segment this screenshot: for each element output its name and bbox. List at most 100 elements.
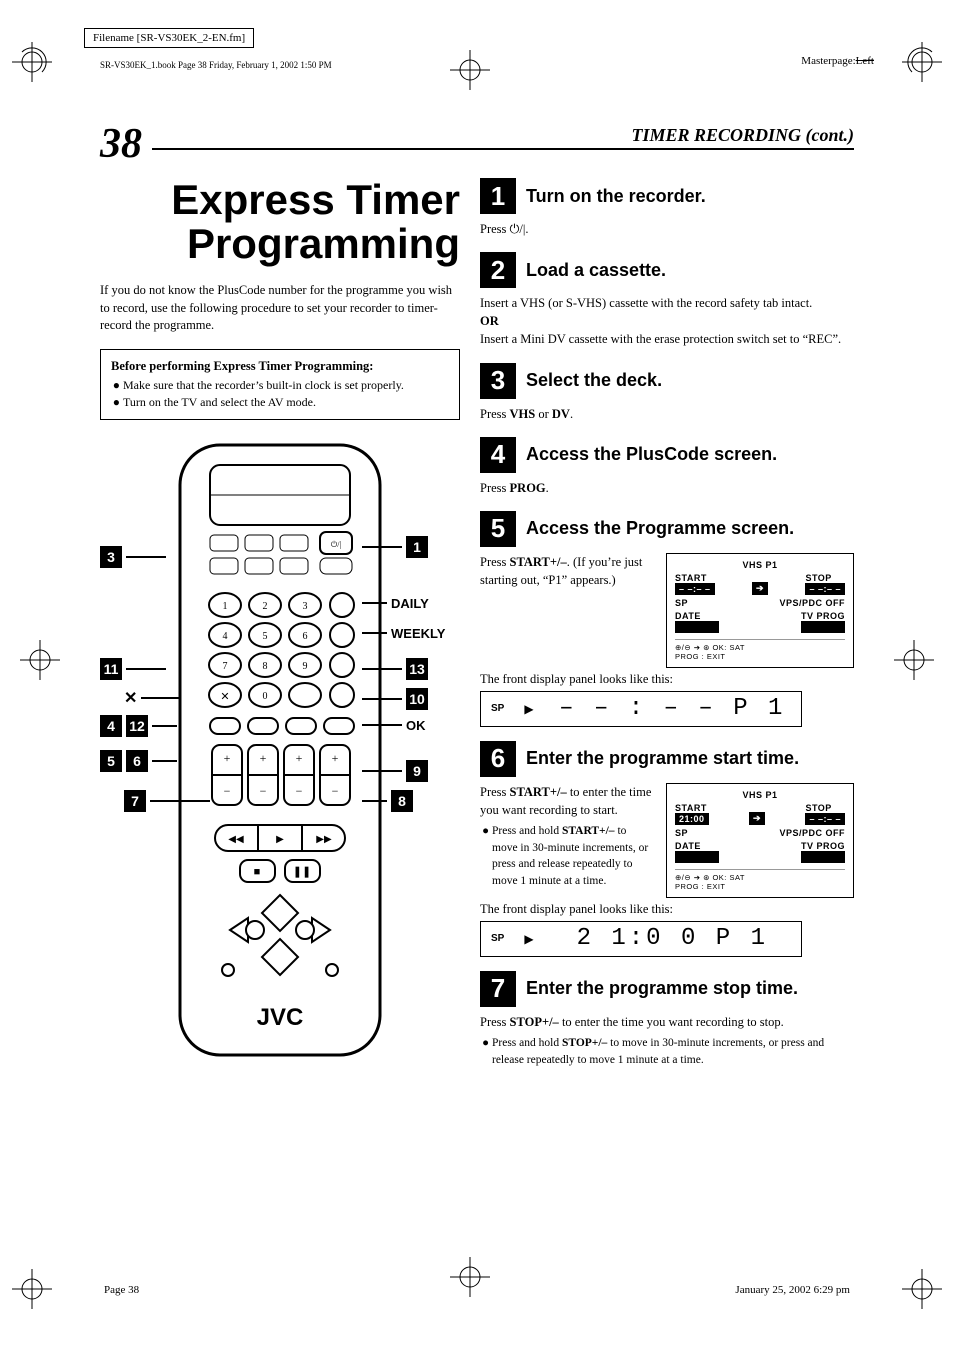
step-5: 5 Access the Programme screen. Press STA… <box>480 511 854 727</box>
osd-hint: ⊕/⊖ ➔ ⊛ OK: SAT <box>675 643 845 652</box>
step-body: Press START+/–. (If you’re just starting… <box>480 553 652 589</box>
osd-label: SP <box>675 828 688 838</box>
callout-7: 7 <box>124 790 210 812</box>
svg-text:6: 6 <box>303 631 308 642</box>
crop-mark-icon <box>902 42 942 82</box>
step-body: Press VHS or DV. <box>480 405 854 423</box>
callout-num: 4 <box>100 715 122 737</box>
step-number: 2 <box>480 252 516 288</box>
crop-mark-icon <box>20 640 60 684</box>
display-sp: SP <box>491 703 504 714</box>
svg-text:−: − <box>260 784 267 798</box>
step-4: 4 Access the PlusCode screen. Press PROG… <box>480 437 854 497</box>
svg-text:❚❚: ❚❚ <box>293 866 311 878</box>
x-icon: ✕ <box>124 688 137 708</box>
front-display: SP ▶ 2 1:0 0 P 1 <box>480 921 802 957</box>
callout-num: 8 <box>391 790 413 812</box>
callout-label: WEEKLY <box>391 626 445 641</box>
section-title: TIMER RECORDING (cont.) <box>152 125 854 150</box>
osd-label: VPS/PDC OFF <box>779 828 845 838</box>
osd-label: STOP <box>805 803 845 813</box>
callout-11: 11 <box>100 658 166 680</box>
svg-text:0: 0 <box>263 691 268 702</box>
left-column: Express Timer Programming If you do not … <box>100 178 460 1082</box>
osd-value: – –:– – <box>675 583 715 595</box>
footer-date: January 25, 2002 6:29 pm <box>735 1284 850 1296</box>
svg-text:−: − <box>332 784 339 798</box>
osd-label: SP <box>675 598 688 608</box>
osd-hint: PROG : EXIT <box>675 882 845 891</box>
osd-value: – –:– – <box>805 583 845 595</box>
book-line: SR-VS30EK_1.book Page 38 Friday, Februar… <box>100 60 332 70</box>
osd-hint: PROG : EXIT <box>675 652 845 661</box>
svg-text:8: 8 <box>263 661 268 672</box>
step-number: 1 <box>480 178 516 214</box>
play-icon: ▶ <box>524 932 533 946</box>
callout-ok: OK <box>362 718 426 733</box>
masterpage-label: Masterpage:Left <box>801 55 874 67</box>
step-bullet: Press and hold STOP+/– to move in 30-min… <box>492 1035 854 1068</box>
step-7: 7 Enter the programme stop time. Press S… <box>480 971 854 1068</box>
svg-text:−: − <box>296 784 303 798</box>
callout-num: 1 <box>406 536 428 558</box>
crop-mark-icon <box>902 1269 942 1309</box>
step-6: 6 Enter the programme start time. Press … <box>480 741 854 957</box>
step-3: 3 Select the deck. Press VHS or DV. <box>480 363 854 423</box>
callout-weekly: WEEKLY <box>362 626 445 641</box>
osd-label: START <box>675 803 709 813</box>
svg-text:+: + <box>296 751 303 765</box>
callout-4-12: 4 12 <box>100 715 177 737</box>
callout-1: 1 <box>362 536 428 558</box>
callout-3: 3 <box>100 546 166 568</box>
svg-text:■: ■ <box>254 866 261 878</box>
callout-num: 11 <box>100 658 122 680</box>
step-text: Insert a Mini DV cassette with the erase… <box>480 332 841 346</box>
svg-text:+: + <box>224 751 231 765</box>
callout-13: 13 <box>362 658 428 680</box>
callout-label: DAILY <box>391 596 429 611</box>
before-box: Before performing Express Timer Programm… <box>100 349 460 420</box>
display-sp: SP <box>491 933 504 944</box>
osd-label: DATE <box>675 611 719 621</box>
content: 3 8 TIMER RECORDING (cont.) Express Timer… <box>100 120 854 1231</box>
play-icon: ▶ <box>524 702 533 716</box>
step-body: Press PROG. <box>480 479 854 497</box>
masterpage-value: Left <box>856 55 874 67</box>
remote-icon: ⏻/| 1 2 3 4 5 <box>170 440 390 1060</box>
filename-box: Filename [SR-VS30EK_2-EN.fm] <box>84 28 254 48</box>
callout-5-6: 5 6 <box>100 750 177 772</box>
step-title: Turn on the recorder. <box>526 186 706 207</box>
callout-num: 5 <box>100 750 122 772</box>
step-bullet: Press and hold START+/– to move in 30-mi… <box>492 823 652 890</box>
step-body: Press ⏻/|. <box>480 220 854 238</box>
step-title: Load a cassette. <box>526 260 666 281</box>
svg-text:✕: ✕ <box>220 691 229 703</box>
callout-8: 8 <box>362 790 413 812</box>
callout-x: ✕ <box>124 688 181 708</box>
step-body: Press STOP+/– to enter the time you want… <box>480 1013 854 1068</box>
osd-label: VPS/PDC OFF <box>779 598 845 608</box>
crop-mark-icon <box>450 50 490 94</box>
display-segment: 2 1:0 0 P 1 <box>554 925 791 952</box>
crop-mark-icon <box>450 1257 490 1301</box>
crop-mark-icon <box>894 640 934 684</box>
svg-text:▶: ▶ <box>276 834 284 845</box>
crop-mark-icon <box>12 42 52 82</box>
step-number: 7 <box>480 971 516 1007</box>
osd-label: START <box>675 573 715 583</box>
arrow-icon: ➔ <box>752 582 768 595</box>
svg-text:3: 3 <box>303 601 308 612</box>
step-number: 3 <box>480 363 516 399</box>
osd-screen: VHS P1 START21:00 ➔ STOP– –:– – SPVPS/PD… <box>666 783 854 898</box>
svg-text:9: 9 <box>303 661 308 672</box>
svg-text:◀◀: ◀◀ <box>228 834 244 845</box>
remote-illustration: ⏻/| 1 2 3 4 5 <box>100 440 460 1060</box>
svg-text:+: + <box>260 751 267 765</box>
intro-text: If you do not know the PlusCode number f… <box>100 282 460 335</box>
callout-10: 10 <box>362 688 428 710</box>
svg-text:2: 2 <box>263 601 268 612</box>
osd-screen: VHS P1 START– –:– – ➔ STOP– –:– – SPVPS/… <box>666 553 854 668</box>
svg-text:−: − <box>224 784 231 798</box>
step-1: 1 Turn on the recorder. Press ⏻/|. <box>480 178 854 238</box>
osd-label: TV PROG <box>801 611 845 621</box>
